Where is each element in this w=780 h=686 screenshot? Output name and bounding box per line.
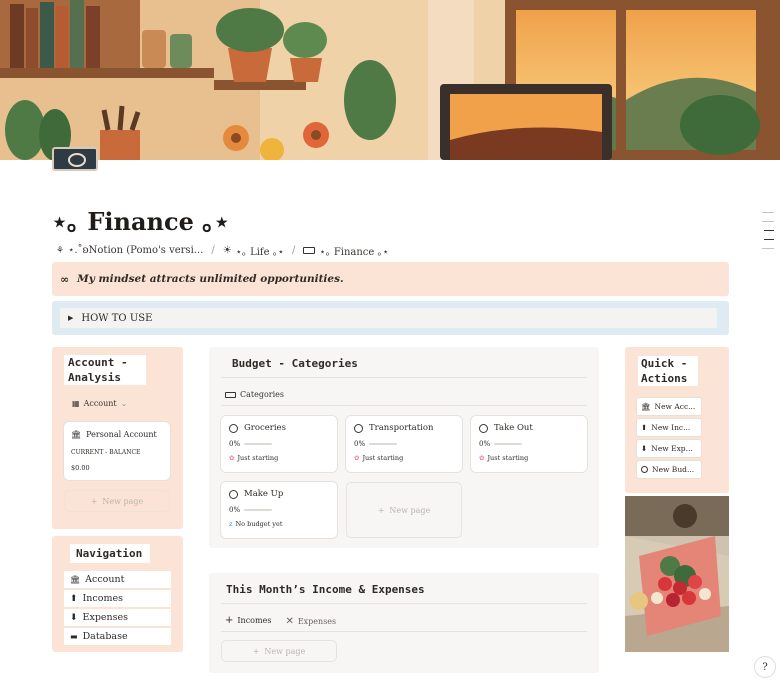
breadcrumb-item-notion[interactable]: ⚘ ⋆.˚ʚNotion (Pomo's versi... <box>56 245 203 256</box>
archive-icon: ▬ <box>70 632 78 641</box>
flower-icon: ✿ <box>479 454 485 462</box>
new-budget-button[interactable]: New Bud... <box>637 461 701 478</box>
page-icon[interactable] <box>52 147 98 171</box>
budget-new-page-button[interactable]: + New page <box>346 482 462 538</box>
chevron-down-icon: ⌄ <box>120 399 128 408</box>
flowers-photo <box>625 496 729 652</box>
plus-icon: + <box>90 496 98 506</box>
how-to-use-callout: ▶ HOW TO USE <box>52 301 729 335</box>
tab-incomes[interactable]: + Incomes <box>225 615 272 632</box>
sun-icon: ☀ <box>222 245 232 256</box>
navigation-panel: Navigation 🏛 Account ⬆ Incomes ⬇ Expense… <box>52 536 183 652</box>
money-icon <box>303 247 316 254</box>
flower-icon: ✿ <box>354 454 360 462</box>
nav-item-account[interactable]: 🏛 Account <box>64 571 171 588</box>
toggle-arrow-icon: ▶ <box>68 314 74 322</box>
category-card-take-out[interactable]: Take Out 0% ✿ Just starting <box>471 416 587 472</box>
circle-icon <box>354 423 363 433</box>
account-analysis-panel: Account - Analysis ▦ Account ⌄ 🏛 Persona… <box>52 347 183 529</box>
cover-image <box>0 0 780 160</box>
bank-icon: 🏛 <box>71 430 82 439</box>
category-card-make-up[interactable]: Make Up 0% z No budget yet <box>221 482 337 538</box>
sprout-icon: ⚘ <box>56 245 65 256</box>
nav-item-incomes[interactable]: ⬆ Incomes <box>64 590 171 607</box>
monthly-heading: This Month’s Income & Expenses <box>226 583 425 596</box>
bank-icon: 🏛 <box>641 402 651 411</box>
help-button[interactable]: ? <box>755 657 775 677</box>
flower-icon: ✿ <box>229 454 235 462</box>
arrow-up-circle-icon: ⬆ <box>70 593 78 604</box>
plus-icon: + <box>377 505 385 515</box>
page-title: ⋆｡ Finance ｡⋆ <box>52 207 230 236</box>
account-view-tab[interactable]: ▦ Account ⌄ <box>72 399 171 408</box>
close-icon: ✕ <box>285 615 294 627</box>
budget-categories-panel: Budget - Categories Categories Groceries… <box>209 347 599 548</box>
category-card-transportation[interactable]: Transportation 0% ✿ Just starting <box>346 416 462 472</box>
personal-account-card[interactable]: 🏛 Personal Account CURRENT - BALANCE $0.… <box>64 422 170 480</box>
sleep-icon: z <box>229 520 233 528</box>
budget-categories-heading: Budget - Categories <box>232 357 358 370</box>
monthly-new-page-button[interactable]: + New page <box>221 640 337 662</box>
progress-bar <box>369 443 398 445</box>
new-expense-button[interactable]: ⬇ New Exp... <box>637 440 701 457</box>
nav-item-database[interactable]: ▬ Database <box>64 628 171 645</box>
arrow-up-circle-icon: ⬆ <box>641 423 648 432</box>
category-card-groceries[interactable]: Groceries 0% ✿ Just starting <box>221 416 337 472</box>
account-new-page-button[interactable]: + New page <box>64 490 170 512</box>
help-icon: ? <box>762 661 768 673</box>
mindset-callout: ∞ My mindset attracts unlimited opportun… <box>52 262 729 296</box>
how-to-use-toggle[interactable]: ▶ HOW TO USE <box>60 308 717 328</box>
balance-value: $0.00 <box>71 464 90 472</box>
plus-icon: + <box>225 615 234 626</box>
nav-item-expenses[interactable]: ⬇ Expenses <box>64 609 171 626</box>
gallery-icon: ▦ <box>72 399 80 408</box>
new-account-button[interactable]: 🏛 New Acc... <box>637 398 701 415</box>
breadcrumb-item-finance[interactable]: ⋆｡ Finance ｡⋆ <box>303 243 389 258</box>
progress-bar <box>244 443 273 445</box>
bank-icon: 🏛 <box>70 575 81 584</box>
categories-view-tab[interactable]: Categories <box>225 390 284 399</box>
quick-actions-heading: Quick - Actions <box>638 356 698 386</box>
new-income-button[interactable]: ⬆ New Inc... <box>637 419 701 436</box>
circle-icon <box>479 423 488 433</box>
circle-icon <box>229 423 238 433</box>
account-analysis-heading: Account - Analysis <box>64 355 146 385</box>
tab-expenses[interactable]: ✕ Expenses <box>285 616 336 632</box>
circle-icon <box>229 489 238 499</box>
progress-bar <box>494 443 523 445</box>
money-icon <box>225 391 236 398</box>
circle-icon <box>641 466 648 473</box>
navigation-heading: Navigation <box>70 544 150 563</box>
arrow-down-circle-icon: ⬇ <box>70 612 78 623</box>
arrow-down-circle-icon: ⬇ <box>641 444 648 453</box>
quick-actions-panel: Quick - Actions 🏛 New Acc... ⬆ New Inc..… <box>625 347 729 493</box>
monthly-income-expenses-panel: This Month’s Income & Expenses + Incomes… <box>209 573 599 673</box>
breadcrumb-item-life[interactable]: ☀ ⋆｡ Life ｡⋆ <box>223 243 284 258</box>
outline-markers[interactable] <box>762 212 774 257</box>
link-icon: ∞ <box>60 272 70 286</box>
breadcrumb: ⚘ ⋆.˚ʚNotion (Pomo's versi... / ☀ ⋆｡ Lif… <box>56 243 389 258</box>
balance-label: CURRENT - BALANCE <box>71 449 141 456</box>
plus-icon: + <box>252 646 260 656</box>
progress-bar <box>244 509 273 511</box>
